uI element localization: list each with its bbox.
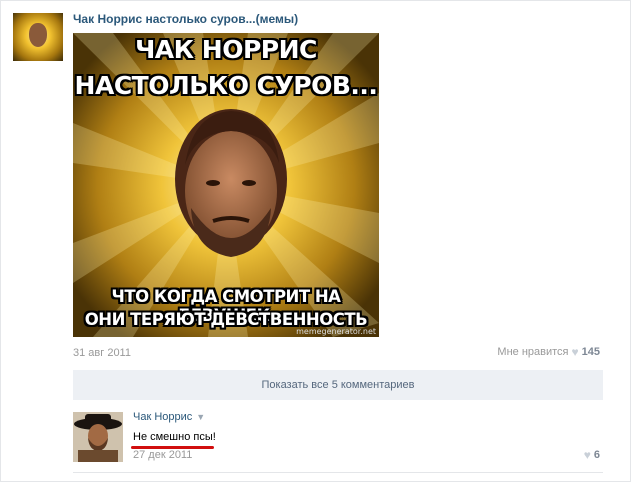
show-all-comments-button[interactable]: Показать все 5 комментариев	[73, 370, 603, 400]
comment-like-button[interactable]: ♥ 6	[584, 449, 600, 461]
comment-text: Не смешно псы!	[133, 431, 216, 443]
meme-image[interactable]: ЧАК НОРРИС НАСТОЛЬКО СУРОВ... ЧТО КОГДА …	[73, 33, 379, 337]
post-date[interactable]: 31 авг 2011	[73, 347, 131, 359]
heart-icon: ♥	[583, 448, 591, 462]
community-avatar[interactable]	[13, 13, 63, 61]
heart-icon: ♥	[571, 345, 579, 359]
comment-like-count: 6	[593, 449, 600, 461]
post-title[interactable]: Чак Норрис настолько суров...(мемы)	[73, 12, 298, 26]
commenter-photo	[73, 412, 123, 462]
like-label: Мне нравится	[497, 346, 569, 358]
like-count: 145	[581, 346, 600, 358]
like-button[interactable]: Мне нравится ♥ 145	[497, 346, 600, 358]
comment-date[interactable]: 27 дек 2011	[133, 449, 192, 461]
chevron-down-icon[interactable]: ▼	[196, 412, 205, 422]
comment-author[interactable]: Чак Норрис ▼	[133, 411, 205, 423]
meme-watermark: memegenerator.net	[296, 327, 376, 336]
avatar-face	[29, 23, 47, 47]
meme-top-line-1: ЧАК НОРРИС	[135, 35, 317, 64]
comment-divider	[73, 472, 603, 473]
comment-author-name[interactable]: Чак Норрис	[133, 411, 192, 423]
meme-top-line-2: НАСТОЛЬКО СУРОВ...	[74, 71, 378, 100]
commenter-avatar[interactable]	[73, 412, 123, 462]
